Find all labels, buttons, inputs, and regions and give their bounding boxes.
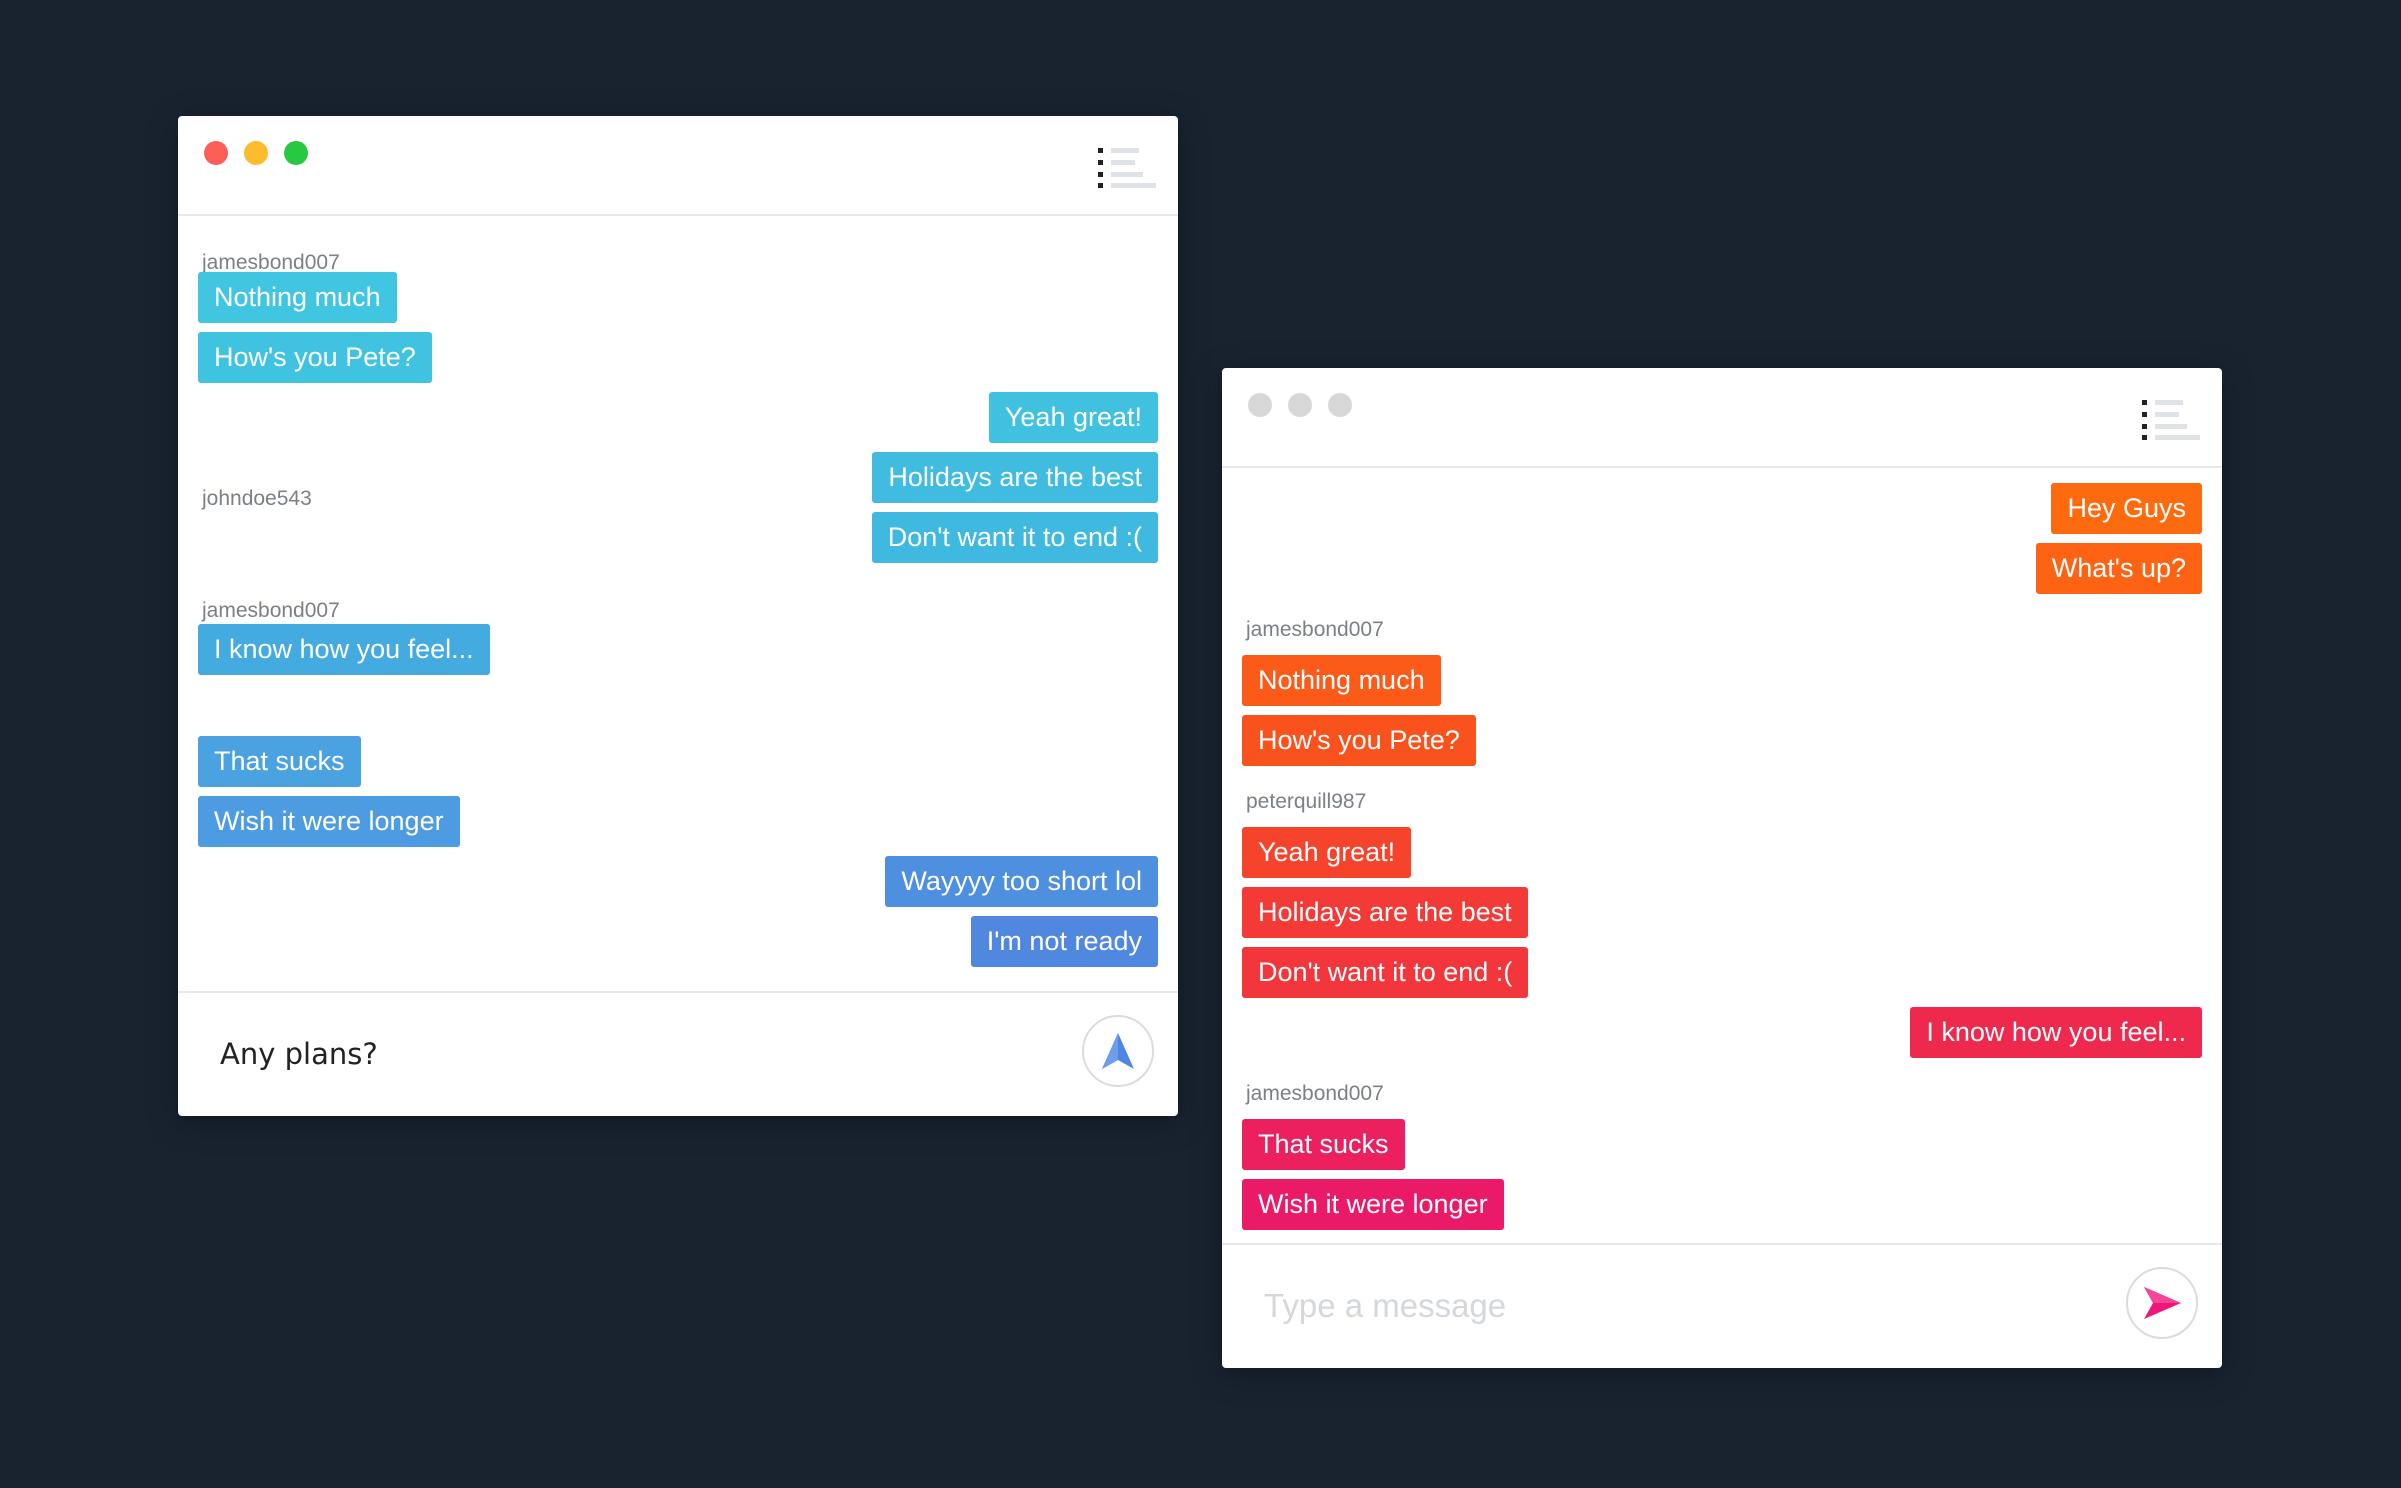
message-username: jamesbond007 (202, 599, 340, 622)
message-username: jamesbond007 (1246, 618, 1384, 641)
message-bubble: Nothing much (1242, 655, 1441, 706)
maximize-window-button[interactable] (1328, 393, 1352, 417)
chat-window-right: Hey Guys What's up? jamesbond007 Nothing… (1222, 368, 2222, 1368)
compose-bar (1222, 1243, 2222, 1368)
minimize-window-button[interactable] (1288, 393, 1312, 417)
message-bubble: How's you Pete? (1242, 715, 1476, 766)
message-bubble: Wish it were longer (1242, 1179, 1504, 1230)
title-bar (1222, 368, 2222, 468)
message-bubble: Hey Guys (2051, 483, 2202, 534)
close-window-button[interactable] (1248, 393, 1272, 417)
list-icon[interactable] (2142, 400, 2200, 440)
send-arrow-icon (1102, 1033, 1134, 1069)
message-input[interactable] (1262, 1275, 2026, 1337)
message-bubble: What's up? (2035, 543, 2202, 594)
compose-bar (178, 991, 1178, 1116)
message-username: johndoe543 (202, 487, 312, 510)
message-input[interactable] (218, 1023, 982, 1085)
send-button[interactable] (2126, 1267, 2198, 1339)
message-bubble: Holidays are the best (872, 452, 1158, 503)
message-username: peterquill987 (1246, 790, 1367, 813)
message-bubble: I'm not ready (970, 916, 1158, 967)
message-bubble: Wish it were longer (198, 796, 460, 847)
message-bubble: How's you Pete? (198, 332, 432, 383)
message-bubble: Wayyyy too short lol (885, 856, 1158, 907)
chat-window-left: jamesbond007 Nothing much How's you Pete… (178, 116, 1178, 1116)
send-button[interactable] (1082, 1015, 1154, 1087)
message-bubble: Yeah great! (988, 392, 1158, 443)
message-bubble: That sucks (1242, 1119, 1405, 1170)
message-username: jamesbond007 (1246, 1082, 1384, 1105)
list-icon[interactable] (1098, 148, 1156, 188)
close-window-button[interactable] (204, 141, 228, 165)
message-bubble: Yeah great! (1242, 827, 1412, 878)
message-bubble: Don't want it to end :( (871, 512, 1158, 563)
send-arrow-icon (2144, 1287, 2181, 1319)
maximize-window-button[interactable] (284, 141, 308, 165)
message-bubble: Don't want it to end :( (1242, 947, 1529, 998)
message-bubble: I know how you feel... (198, 624, 490, 675)
minimize-window-button[interactable] (244, 141, 268, 165)
title-bar (178, 116, 1178, 216)
message-bubble: Nothing much (198, 272, 397, 323)
message-bubble: Holidays are the best (1242, 887, 1528, 938)
message-bubble: I know how you feel... (1910, 1007, 2202, 1058)
message-bubble: That sucks (198, 736, 361, 787)
